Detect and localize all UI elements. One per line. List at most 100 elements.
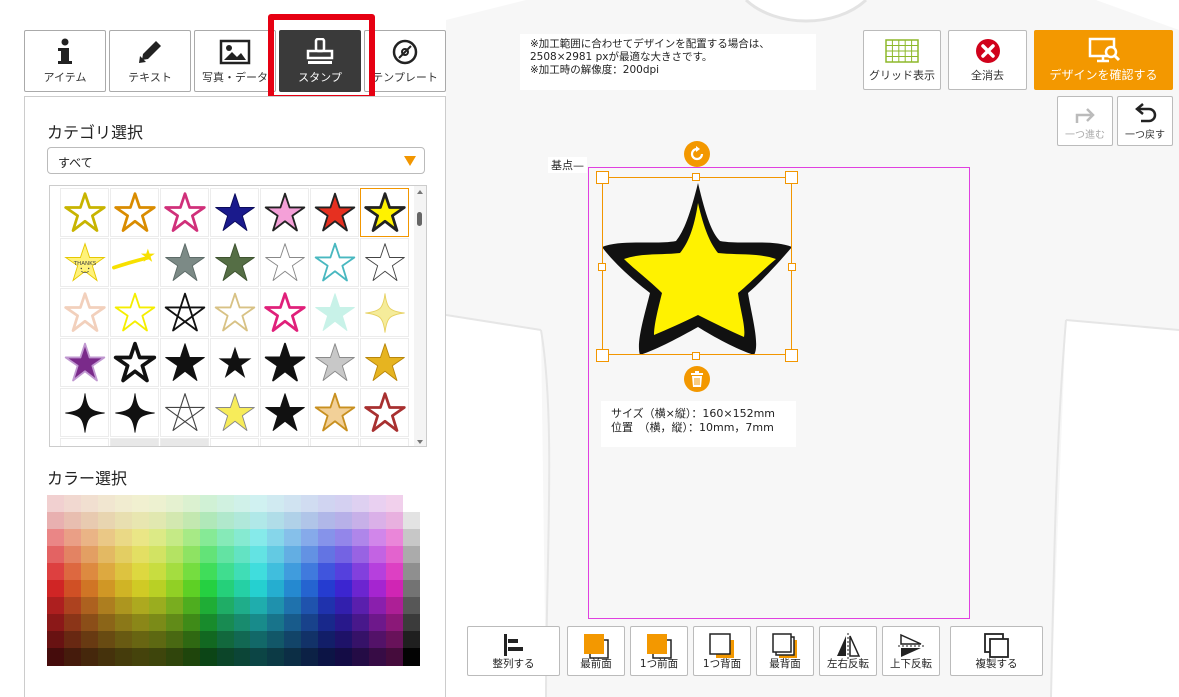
color-swatch[interactable]	[369, 495, 387, 513]
color-swatch[interactable]	[47, 597, 65, 615]
color-swatch[interactable]	[131, 546, 150, 564]
stamp-thumbnail[interactable]	[110, 338, 159, 387]
color-swatch[interactable]	[80, 495, 99, 513]
color-swatch[interactable]	[267, 648, 285, 666]
color-swatch[interactable]	[352, 597, 370, 615]
stamp-thumbnail[interactable]	[260, 438, 309, 446]
color-swatch[interactable]	[114, 580, 133, 598]
stamp-thumbnail[interactable]	[360, 188, 409, 237]
color-swatch[interactable]	[250, 512, 268, 530]
resize-handle[interactable]	[692, 173, 700, 181]
flip-horizontal-button[interactable]: 左右反転	[819, 626, 877, 676]
color-swatch[interactable]	[114, 529, 133, 547]
color-swatch[interactable]	[131, 563, 150, 581]
color-swatch[interactable]	[80, 597, 99, 615]
color-swatch[interactable]	[114, 563, 133, 581]
color-swatch[interactable]	[182, 512, 201, 530]
color-swatch[interactable]	[318, 597, 336, 615]
color-swatch[interactable]	[216, 512, 234, 530]
color-swatch[interactable]	[386, 631, 404, 649]
color-swatch[interactable]	[216, 546, 234, 564]
color-swatch[interactable]	[131, 614, 150, 632]
color-swatch[interactable]	[182, 546, 201, 564]
color-swatch[interactable]	[182, 614, 201, 632]
stamp-thumbnail[interactable]	[60, 388, 109, 437]
stamp-thumbnail[interactable]	[310, 188, 359, 237]
stamp-scrollbar[interactable]	[414, 186, 426, 446]
category-dropdown[interactable]: すべて	[47, 147, 425, 174]
color-swatch[interactable]	[63, 648, 82, 666]
color-swatch[interactable]	[148, 580, 167, 598]
color-swatch[interactable]	[267, 580, 285, 598]
color-swatch[interactable]	[80, 648, 99, 666]
color-swatch[interactable]	[284, 597, 302, 615]
color-swatch[interactable]	[301, 580, 319, 598]
color-swatch[interactable]	[165, 648, 184, 666]
stamp-thumbnail[interactable]	[160, 438, 209, 446]
color-swatch[interactable]	[63, 597, 82, 615]
stamp-thumbnail[interactable]: THANKS	[60, 238, 109, 287]
color-swatch[interactable]	[131, 495, 150, 513]
stamp-thumbnail[interactable]	[210, 188, 259, 237]
resize-handle[interactable]	[596, 349, 609, 362]
color-swatch[interactable]	[352, 529, 370, 547]
color-swatch[interactable]	[182, 563, 201, 581]
color-swatch[interactable]	[165, 631, 184, 649]
color-swatch[interactable]	[369, 597, 387, 615]
color-swatch[interactable]	[131, 648, 150, 666]
color-swatch[interactable]	[47, 563, 65, 581]
color-swatch[interactable]	[47, 648, 65, 666]
color-swatch[interactable]	[318, 495, 336, 513]
color-swatch[interactable]	[80, 529, 99, 547]
color-swatch[interactable]	[148, 495, 167, 513]
color-swatch[interactable]	[97, 580, 116, 598]
color-swatch[interactable]	[318, 614, 336, 632]
color-swatch[interactable]	[284, 648, 302, 666]
color-swatch[interactable]	[301, 614, 319, 632]
color-swatch[interactable]	[131, 529, 150, 547]
color-swatch[interactable]	[148, 631, 167, 649]
color-swatch[interactable]	[97, 614, 116, 632]
stamp-thumbnail[interactable]	[260, 338, 309, 387]
color-swatch[interactable]	[199, 614, 218, 632]
color-swatch[interactable]	[182, 631, 201, 649]
color-swatch[interactable]	[63, 631, 82, 649]
color-swatch[interactable]	[80, 563, 99, 581]
stamp-thumbnail[interactable]	[310, 288, 359, 337]
color-swatch[interactable]	[182, 529, 201, 547]
color-swatch[interactable]	[131, 631, 150, 649]
color-swatch[interactable]	[386, 546, 404, 564]
color-swatch[interactable]	[250, 648, 268, 666]
color-swatch[interactable]	[267, 614, 285, 632]
undo-button[interactable]: 一つ戻す	[1117, 96, 1173, 146]
color-swatch[interactable]	[131, 512, 150, 530]
color-swatch[interactable]	[386, 597, 404, 615]
color-swatch[interactable]	[386, 495, 404, 513]
color-swatch[interactable]	[114, 546, 133, 564]
color-swatch[interactable]	[284, 529, 302, 547]
color-swatch[interactable]	[114, 648, 133, 666]
color-swatch[interactable]	[250, 529, 268, 547]
color-swatch[interactable]	[369, 563, 387, 581]
stamp-thumbnail[interactable]	[110, 238, 159, 287]
scroll-up-icon[interactable]	[417, 190, 423, 194]
color-swatch[interactable]	[250, 495, 268, 513]
color-swatch[interactable]	[199, 597, 218, 615]
color-swatch[interactable]	[165, 512, 184, 530]
color-swatch[interactable]	[386, 580, 404, 598]
stamp-thumbnail[interactable]	[310, 388, 359, 437]
resize-handle[interactable]	[788, 263, 796, 271]
color-swatch[interactable]	[97, 546, 116, 564]
color-swatch[interactable]	[352, 512, 370, 530]
trash-icon[interactable]	[684, 366, 710, 392]
color-swatch[interactable]	[97, 631, 116, 649]
stamp-thumbnail[interactable]	[360, 288, 409, 337]
resize-handle[interactable]	[785, 349, 798, 362]
color-swatch[interactable]	[233, 495, 251, 513]
color-swatch[interactable]	[335, 614, 353, 632]
color-swatch[interactable]	[369, 546, 387, 564]
duplicate-button[interactable]: 複製する	[950, 626, 1043, 676]
color-swatch[interactable]	[403, 495, 421, 513]
color-swatch[interactable]	[267, 563, 285, 581]
color-swatch[interactable]	[233, 546, 251, 564]
